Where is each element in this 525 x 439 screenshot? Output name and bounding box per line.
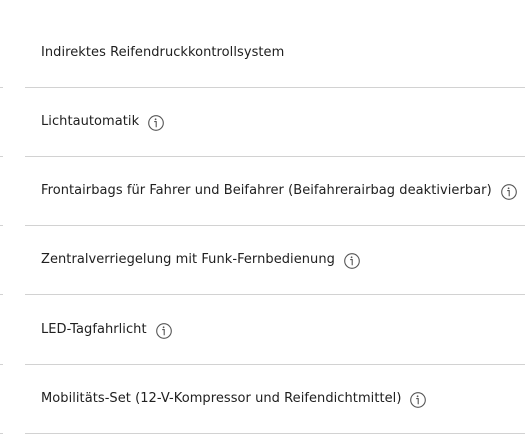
info-icon[interactable] bbox=[155, 322, 173, 340]
feature-row: Indirektes Reifendruckkontrollsystem bbox=[0, 19, 525, 88]
feature-row: Lichtautomatik bbox=[0, 88, 525, 157]
feature-row: Zentralverriegelung mit Funk-Fernbedienu… bbox=[0, 226, 525, 295]
row-divider-edge bbox=[0, 433, 3, 434]
feature-row: Mobilitäts-Set (12-V-Kompressor und Reif… bbox=[0, 365, 525, 434]
feature-list: Indirektes Reifendruckkontrollsystem Lic… bbox=[0, 0, 525, 439]
feature-row: Frontairbags für Fahrer und Beifahrer (B… bbox=[0, 157, 525, 226]
info-icon[interactable] bbox=[147, 114, 165, 132]
info-icon[interactable] bbox=[343, 252, 361, 270]
info-icon[interactable] bbox=[500, 183, 518, 201]
row-divider-edge bbox=[0, 294, 3, 295]
info-icon[interactable] bbox=[409, 391, 427, 409]
feature-label: Mobilitäts-Set (12-V-Kompressor und Reif… bbox=[41, 391, 402, 406]
feature-label: Frontairbags für Fahrer und Beifahrer (B… bbox=[41, 183, 492, 198]
feature-label: Zentralverriegelung mit Funk-Fernbedienu… bbox=[41, 252, 335, 267]
feature-label: LED-Tagfahrlicht bbox=[41, 322, 147, 337]
feature-row: LED-Tagfahrlicht bbox=[0, 296, 525, 365]
feature-label: Indirektes Reifendruckkontrollsystem bbox=[41, 45, 285, 60]
row-divider bbox=[25, 433, 525, 434]
feature-label: Lichtautomatik bbox=[41, 114, 140, 129]
row-divider bbox=[25, 294, 525, 295]
